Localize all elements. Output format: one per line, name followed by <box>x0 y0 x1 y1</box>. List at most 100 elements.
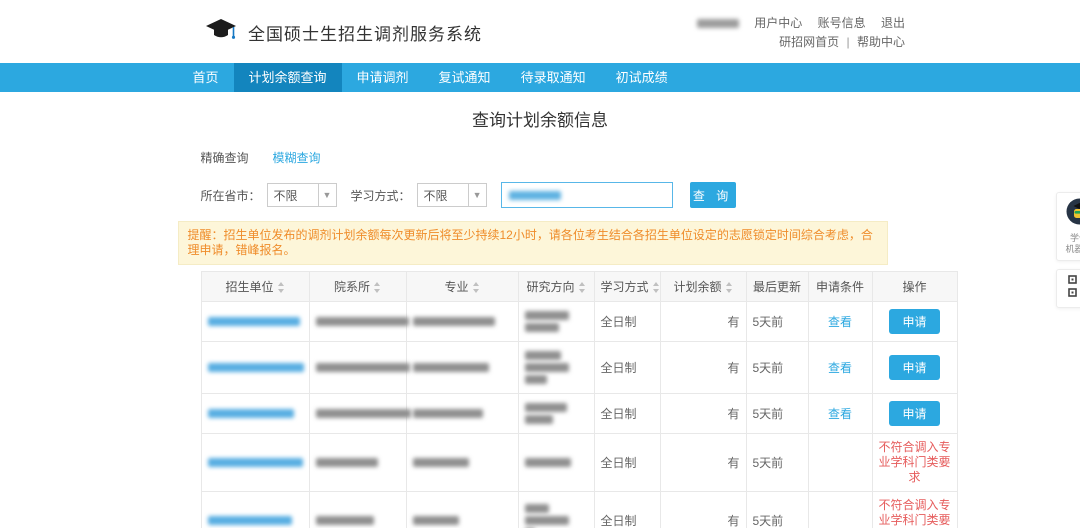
apply-button[interactable]: 申请 <box>889 355 939 380</box>
username-redacted <box>697 19 739 28</box>
redacted-cell <box>406 434 518 492</box>
redacted-cell <box>518 342 594 394</box>
qr-code-widget[interactable] <box>1056 269 1080 308</box>
redacted-text <box>208 317 300 326</box>
last-updated-cell: 5天前 <box>746 302 808 342</box>
sort-icon[interactable] <box>472 282 480 293</box>
apply-condition-cell: 查看 <box>808 342 872 394</box>
province-select-value: 不限 <box>268 187 298 204</box>
redacted-cell <box>406 492 518 528</box>
top-links: 用户中心 账号信息 退出 研招网首页 | 帮助中心 <box>697 14 905 52</box>
sort-icon[interactable] <box>578 282 586 293</box>
action-cell: 申请 <box>872 342 957 394</box>
apply-condition-cell: 查看 <box>808 302 872 342</box>
nav-item-home[interactable]: 首页 <box>178 63 234 92</box>
tab-exact-query[interactable]: 精确查询 <box>201 149 249 169</box>
xuexin-robot-widget[interactable]: 学信 机器人 <box>1056 192 1080 261</box>
reject-reason-text: 不符合调入专业学科门类要求 <box>879 440 951 485</box>
redacted-text <box>525 363 569 372</box>
query-mode-tabs: 精确查询 模糊查询 <box>201 149 903 169</box>
redacted-text <box>208 458 303 467</box>
column-header[interactable]: 专业 <box>406 272 518 302</box>
view-condition-link[interactable]: 查看 <box>828 361 852 375</box>
redacted-text <box>525 375 547 384</box>
table-row: 全日制有5天前不符合调入专业学科门类要求 <box>201 492 957 528</box>
top-header: 全国硕士生招生调剂服务系统 用户中心 账号信息 退出 研招网首页 | 帮助中心 <box>0 0 1080 63</box>
account-info-link[interactable]: 账号信息 <box>818 16 866 30</box>
apply-condition-cell: 查看 <box>808 394 872 434</box>
apply-condition-cell <box>808 434 872 492</box>
quota-cell: 有 <box>660 302 746 342</box>
nav-item-initial-scores[interactable]: 初试成绩 <box>601 63 683 92</box>
study-mode-cell: 全日制 <box>594 342 660 394</box>
redacted-text <box>525 458 571 467</box>
apply-condition-cell <box>808 492 872 528</box>
nav-item-admission-notice[interactable]: 待录取通知 <box>506 63 601 92</box>
redacted-cell[interactable] <box>201 492 309 528</box>
filter-bar: 所在省市： 不限 ▼ 学习方式： 不限 ▼ 查 询 <box>201 182 903 208</box>
page-title: 查询计划余额信息 <box>178 106 903 131</box>
table-row: 全日制有5天前查看申请 <box>201 342 957 394</box>
floating-widgets: 学信 机器人 <box>1056 192 1080 316</box>
column-header[interactable]: 研究方向 <box>518 272 594 302</box>
apply-button[interactable]: 申请 <box>889 309 939 334</box>
table-row: 全日制有5天前不符合调入专业学科门类要求 <box>201 434 957 492</box>
view-condition-link[interactable]: 查看 <box>828 407 852 421</box>
apply-button[interactable]: 申请 <box>889 401 939 426</box>
redacted-text <box>525 504 549 513</box>
column-header[interactable]: 学习方式 <box>594 272 660 302</box>
redacted-cell <box>309 434 406 492</box>
redacted-cell[interactable] <box>201 342 309 394</box>
column-header[interactable]: 院系所 <box>309 272 406 302</box>
column-header[interactable]: 招生单位 <box>201 272 309 302</box>
column-header: 申请条件 <box>808 272 872 302</box>
nav-item-plan-balance-query[interactable]: 计划余额查询 <box>234 63 342 92</box>
search-button[interactable]: 查 询 <box>690 182 736 208</box>
study-mode-cell: 全日制 <box>594 492 660 528</box>
redacted-text <box>208 409 294 418</box>
help-center-link[interactable]: 帮助中心 <box>857 35 905 49</box>
sort-icon[interactable] <box>652 282 660 293</box>
last-updated-cell: 5天前 <box>746 492 808 528</box>
quota-cell: 有 <box>660 394 746 434</box>
robot-avatar-icon <box>1066 212 1080 229</box>
sort-icon[interactable] <box>277 282 285 293</box>
redacted-cell[interactable] <box>201 434 309 492</box>
redacted-cell <box>309 394 406 434</box>
column-header: 最后更新 <box>746 272 808 302</box>
last-updated-cell: 5天前 <box>746 342 808 394</box>
redacted-cell <box>518 302 594 342</box>
nav-item-apply-adjustment[interactable]: 申请调剂 <box>342 63 424 92</box>
table-row: 全日制有5天前查看申请 <box>201 302 957 342</box>
study-mode-cell: 全日制 <box>594 394 660 434</box>
app-title: 全国硕士生招生调剂服务系统 <box>248 20 482 45</box>
action-cell: 不符合调入专业学科门类要求 <box>872 434 957 492</box>
user-center-link[interactable]: 用户中心 <box>754 16 802 30</box>
reject-reason-text: 不符合调入专业学科门类要求 <box>879 498 951 528</box>
redacted-text <box>413 516 459 525</box>
redacted-text <box>316 458 378 467</box>
notice-banner: 提醒：招生单位发布的调剂计划余额每次更新后将至少持续12小时，请各位考生结合各招… <box>178 221 888 265</box>
view-condition-link[interactable]: 查看 <box>828 315 852 329</box>
redacted-cell <box>406 342 518 394</box>
redacted-cell[interactable] <box>201 394 309 434</box>
redacted-text <box>208 516 292 525</box>
sort-icon[interactable] <box>373 282 381 293</box>
column-header[interactable]: 计划余额 <box>660 272 746 302</box>
sort-icon[interactable] <box>725 282 733 293</box>
logout-link[interactable]: 退出 <box>881 16 905 30</box>
redacted-cell[interactable] <box>201 302 309 342</box>
action-cell: 不符合调入专业学科门类要求 <box>872 492 957 528</box>
province-select[interactable]: 不限 ▼ <box>267 183 337 207</box>
study-mode-select[interactable]: 不限 ▼ <box>417 183 487 207</box>
tab-fuzzy-query[interactable]: 模糊查询 <box>273 149 321 169</box>
redacted-text <box>413 409 483 418</box>
redacted-text <box>316 409 411 418</box>
yanzhao-home-link[interactable]: 研招网首页 <box>779 35 839 49</box>
last-updated-cell: 5天前 <box>746 394 808 434</box>
redacted-text <box>413 458 469 467</box>
nav-item-retest-notice[interactable]: 复试通知 <box>424 63 506 92</box>
redacted-cell <box>309 302 406 342</box>
keyword-input[interactable] <box>501 182 673 208</box>
redacted-cell <box>406 302 518 342</box>
